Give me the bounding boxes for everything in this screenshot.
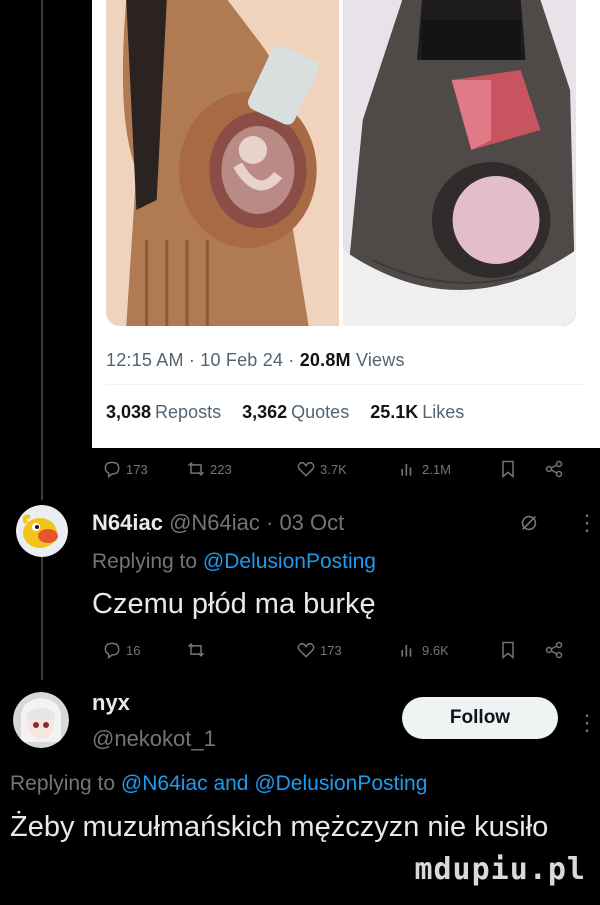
views-button[interactable]: 2.1M — [398, 459, 451, 479]
more-icon[interactable]: ⋮ — [576, 712, 598, 734]
share-icon — [545, 641, 563, 659]
views-label: Views — [355, 350, 405, 370]
divider — [106, 384, 584, 385]
replying-to: Replying to @DelusionPosting — [92, 550, 376, 573]
tweet-media[interactable] — [106, 0, 576, 326]
repost-icon — [187, 462, 205, 476]
main-tweet-actions: 173 223 3.7K 2.1M — [92, 451, 600, 487]
display-name[interactable]: nyx — [92, 690, 130, 716]
views-count: 20.8M — [299, 350, 351, 370]
bookmark-icon — [502, 641, 514, 660]
reply-header: N64iac @N64iac · 03 Oct — [92, 510, 344, 536]
thread-line — [41, 548, 43, 680]
reply-text: Żeby muzułmańskich mężczyzn nie kusiło — [10, 811, 549, 843]
engagement-stats: 3,038 Reposts 3,362 Quotes 25.1K Likes — [106, 402, 464, 423]
handle-and-date[interactable]: @N64iac · 03 Oct — [169, 510, 344, 535]
mention-link[interactable]: @N64iac — [121, 772, 208, 795]
main-tweet-card: 12:15 AM · 10 Feb 24 · 20.8M Views 3,038… — [92, 0, 600, 448]
repost-icon — [187, 643, 205, 657]
follow-button[interactable]: Follow — [402, 697, 558, 739]
views-icon — [401, 464, 412, 476]
repost-button[interactable]: 223 — [186, 459, 232, 479]
like-icon — [297, 461, 315, 477]
bookmark-button[interactable] — [498, 640, 518, 660]
more-icon[interactable]: ⋮ — [576, 512, 598, 534]
like-button[interactable]: 3.7K — [296, 459, 347, 479]
avatar[interactable] — [16, 505, 68, 557]
tweet-timestamp[interactable]: 12:15 AM · 10 Feb 24 · — [106, 350, 295, 370]
share-button[interactable] — [544, 640, 564, 660]
replying-to: Replying to @N64iac and @DelusionPosting — [10, 772, 428, 795]
display-name[interactable]: N64iac — [92, 510, 163, 535]
bookmark-button[interactable] — [498, 459, 518, 479]
media-image-left[interactable] — [106, 0, 339, 326]
grok-icon[interactable] — [518, 512, 540, 534]
mention-link[interactable]: @DelusionPosting — [254, 772, 427, 795]
reply-icon — [104, 642, 120, 659]
bookmark-icon — [502, 460, 514, 479]
share-icon — [545, 460, 563, 478]
avatar[interactable] — [13, 692, 69, 748]
views-button[interactable]: 9.6K — [398, 640, 449, 660]
tweet-metadata: 12:15 AM · 10 Feb 24 · 20.8M Views — [106, 350, 405, 371]
quotes-stat[interactable]: 3,362 Quotes — [242, 402, 349, 422]
media-image-right[interactable] — [343, 0, 576, 326]
reply-text: Czemu płód ma burkę — [92, 588, 376, 620]
likes-stat[interactable]: 25.1K Likes — [370, 402, 464, 422]
reply-actions: 16 173 9.6K — [92, 632, 600, 668]
like-button[interactable]: 173 — [296, 640, 342, 660]
mention-link[interactable]: @DelusionPosting — [203, 550, 376, 573]
share-button[interactable] — [544, 459, 564, 479]
handle[interactable]: @nekokot_1 — [92, 726, 216, 752]
repost-button[interactable] — [186, 640, 210, 660]
views-icon — [401, 645, 412, 657]
like-icon — [297, 642, 315, 658]
watermark-logo: mdupiu.pl — [414, 852, 586, 887]
thread-line — [41, 0, 43, 500]
reply-button[interactable]: 173 — [102, 459, 148, 479]
reposts-stat[interactable]: 3,038 Reposts — [106, 402, 221, 422]
reply-button[interactable]: 16 — [102, 640, 140, 660]
reply-icon — [104, 461, 120, 478]
